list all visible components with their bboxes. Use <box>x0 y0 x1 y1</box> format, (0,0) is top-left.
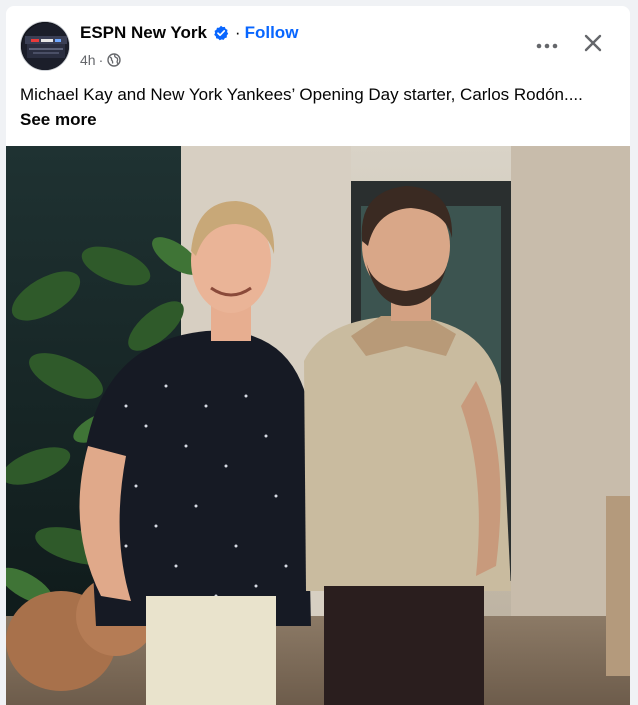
see-more-button[interactable]: See more <box>20 110 97 129</box>
post-caption: Michael Kay and New York Yankees’ Openin… <box>20 82 616 132</box>
page-avatar[interactable] <box>20 21 70 71</box>
post-meta: 4h · <box>80 52 121 68</box>
facebook-post-card: ESPN New York · Follow 4h · Michael Kay … <box>6 6 630 705</box>
ellipsis-icon <box>536 36 558 54</box>
page-name-row: ESPN New York · Follow <box>80 23 298 43</box>
page-name-link[interactable]: ESPN New York <box>80 23 207 43</box>
meta-separator: · <box>98 52 104 68</box>
close-button[interactable] <box>576 28 610 62</box>
follow-button[interactable]: Follow <box>245 23 299 43</box>
more-options-button[interactable] <box>530 28 564 62</box>
post-timestamp[interactable]: 4h <box>80 52 96 68</box>
verified-badge-icon <box>213 25 229 41</box>
post-header: ESPN New York · Follow 4h · <box>6 6 630 76</box>
name-separator: · <box>234 23 241 42</box>
globe-icon[interactable] <box>107 53 121 67</box>
close-icon <box>583 33 603 58</box>
post-photo[interactable] <box>6 146 630 705</box>
caption-text: Michael Kay and New York Yankees’ Openin… <box>20 85 583 104</box>
